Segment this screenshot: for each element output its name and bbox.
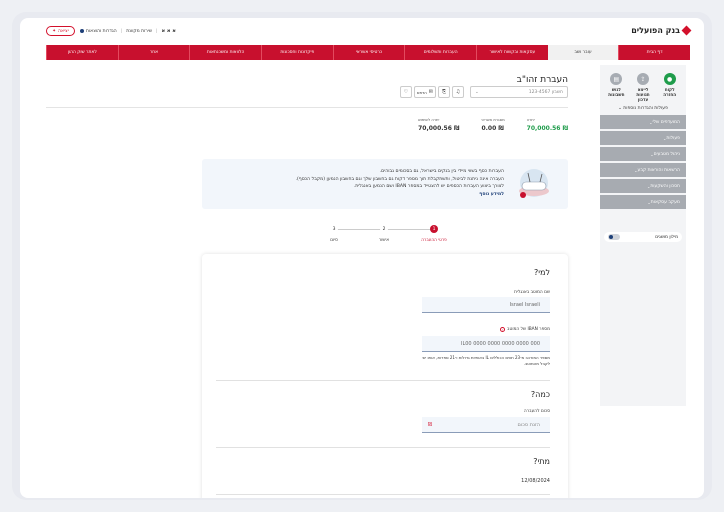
credit-limit-value: ₪ 0.00 <box>481 125 504 132</box>
nav-other[interactable]: אחר <box>117 45 190 60</box>
main-content: העברת זהו"ב חשבון 123-4567 ⌄ ♫ ⎘ ✉ הדפס ♡… <box>46 65 568 498</box>
sidebar-action-accounts[interactable]: ▤ לגוש חשבונות <box>604 73 628 102</box>
available-balance-value: ₪ 70,000.56 <box>418 125 460 132</box>
credit-limit-item: מסגרת אשראי ₪ 0.00 <box>481 117 505 132</box>
chevron-down-icon: ⌄ <box>475 89 479 95</box>
who-title: למי? <box>533 268 550 277</box>
iban-label: מספר IBAN של המוטב ! <box>500 327 550 332</box>
nav-capital-market[interactable]: לאתר שוק ההון <box>45 45 118 60</box>
logout-icon: ✦ <box>52 28 57 34</box>
sidebar-actions: ● לקוח החזרה ⇪ לייצא תנועות עדכון ▤ לגוש… <box>600 65 686 102</box>
balances-row: יתרה ₪ 70,000.56 מסגרת אשראי ₪ 0.00 יתרה… <box>418 117 568 132</box>
page-title: העברת זהו"ב <box>516 75 568 85</box>
transfer-date[interactable]: 12/08/2024 <box>521 478 550 484</box>
chevron-down-icon: ⌄ <box>650 151 654 157</box>
print-button[interactable]: ✉ הדפס <box>413 86 436 98</box>
balance-value: ₪ 70,000.56 <box>526 125 568 132</box>
settings-link[interactable]: הגדרות והוצאות <box>80 29 117 34</box>
sidebar-section-actions[interactable]: פעולות ⌄ <box>600 131 686 145</box>
beneficiary-name-input[interactable]: Israel Israeli <box>422 297 550 313</box>
share-icon: ⎘ <box>442 89 447 95</box>
step-confirm: 2 אישור <box>378 225 390 242</box>
export-icon: ⇪ <box>637 73 650 85</box>
toggle-switch[interactable] <box>608 234 620 240</box>
chevron-down-icon: ⌄ <box>649 119 653 125</box>
amount-title: כמה? <box>530 390 550 399</box>
chevron-down-icon: ⌄ <box>646 183 651 189</box>
info-box: העברות כסף בשווי מיידי בין בנקים בישראל,… <box>202 159 568 209</box>
logo-text: בנק הפועלים <box>631 26 680 35</box>
sidebar-action-export[interactable]: ⇪ לייצא תנועות עדכון <box>631 73 655 102</box>
sidebar-section-currency[interactable]: ניהול מטבעים ⌄ <box>600 147 686 161</box>
sidebar-section-tracking[interactable]: מעקב עסקאות ⌄ <box>600 195 686 209</box>
section-divider <box>216 494 550 495</box>
sidebar-section-standing-orders[interactable]: הרשאות והוראות קבע ⌄ <box>600 163 686 177</box>
favorite-button[interactable]: ♡ <box>399 86 412 98</box>
amount-input[interactable]: הזנת סכום ₪ <box>422 417 550 433</box>
lock-icon: ● <box>663 73 676 85</box>
step-details: 1 פרטי ההעברה <box>421 225 447 242</box>
bell-button[interactable]: ♫ <box>452 86 464 98</box>
transfer-form: למי? שם המוטב באנגלית Israel Israeli מספ… <box>202 254 568 498</box>
browser-window: בנק הפועלים א א א | שירות מקוונת | הגדרו… <box>20 18 704 498</box>
nav-transactions[interactable]: עסקאות ובקשות לאישור <box>475 45 548 60</box>
logout-button[interactable]: יציאה ✦ <box>46 26 75 36</box>
sidebar-sections: המועדפים שלי ⌄ פעולות ⌄ ניהול מטבעים ⌄ הרשא… <box>600 115 686 209</box>
nav-deposits[interactable]: פיקדונות וחסכונות <box>260 45 333 60</box>
amount-label: סכום להעברה <box>523 409 550 414</box>
sidebar-section-savings[interactable]: חסכון והשקעות ⌄ <box>600 179 686 193</box>
sidebar-more-actions[interactable]: פעולות והגדרות נוספות ⌄ <box>600 106 686 111</box>
font-size-control[interactable]: א א א <box>162 28 176 34</box>
logo-diamond-icon <box>681 25 692 36</box>
chevron-down-icon: ⌄ <box>663 135 667 141</box>
bell-icon: ♫ <box>455 89 461 95</box>
section-divider <box>216 447 550 448</box>
heart-icon: ♡ <box>403 89 409 95</box>
when-title: מתי? <box>533 457 550 466</box>
top-links: א א א | שירות מקוונת | הגדרות והוצאות <box>80 28 176 34</box>
page-toolbar: ♫ ⎘ ✉ הדפס ♡ <box>399 86 464 98</box>
mail-icon: ✉ <box>428 89 433 95</box>
chevron-down-icon: ⌄ <box>634 167 638 173</box>
nav-current-account[interactable]: עובר ושב <box>547 45 619 60</box>
chevron-down-icon: ⌄ <box>647 199 651 205</box>
stepper: 1 פרטי ההעברה 2 אישור 3 סיום <box>314 225 454 245</box>
main-nav: דף הבית עובר ושב עסקאות ובקשות לאישור הע… <box>45 45 690 60</box>
section-divider <box>216 380 550 381</box>
info-text: העברות כסף בשווי מיידי בין בנקים בישראל,… <box>208 168 504 198</box>
nav-home[interactable]: דף הבית <box>618 45 690 60</box>
nav-transfers[interactable]: העברות ותשלומים <box>404 45 476 60</box>
bank-logo[interactable]: בנק הפועלים <box>631 25 692 36</box>
iban-input[interactable]: IL00 0000 0000 0000 0000 000 <box>422 336 550 352</box>
share-button[interactable]: ⎘ <box>438 86 450 98</box>
step-finish: 3 סיום <box>330 225 338 242</box>
more-info-link[interactable]: למידע נוסף <box>208 191 504 199</box>
header-divider <box>46 107 568 108</box>
glossary-toggle[interactable]: מילון מושגים <box>604 232 682 242</box>
account-select[interactable]: חשבון 123-4567 ⌄ <box>470 86 568 98</box>
iban-hint: מספר המורכב מ-23 תווים הכוללים IL באותיו… <box>422 355 550 366</box>
clock-illustration-icon <box>519 169 549 198</box>
help-icon <box>80 29 84 33</box>
sidebar-action-return[interactable]: ● לקוח החזרה <box>658 73 682 102</box>
top-bar: בנק הפועלים א א א | שירות מקוונת | הגדרו… <box>20 18 704 45</box>
balance-item: יתרה ₪ 70,000.56 <box>526 117 568 132</box>
sidebar: ● לקוח החזרה ⇪ לייצא תנועות עדכון ▤ לגוש… <box>600 65 686 406</box>
chevron-down-icon: ⌄ <box>618 106 622 111</box>
document-icon: ▤ <box>610 73 623 85</box>
nav-credit-cards[interactable]: כרטיסי אשראי <box>332 45 405 60</box>
available-balance-item: יתרה לשימוש ₪ 70,000.56 <box>418 117 460 132</box>
shekel-icon: ₪ <box>428 422 432 428</box>
online-service-link[interactable]: שירות מקוונת <box>126 29 152 34</box>
warning-icon: ! <box>500 327 506 332</box>
nav-loans[interactable]: הלוואות ומשכנתאות <box>189 45 261 60</box>
name-label: שם המוטב באנגלית <box>514 290 550 295</box>
sidebar-section-favorites[interactable]: המועדפים שלי ⌄ <box>600 115 686 129</box>
